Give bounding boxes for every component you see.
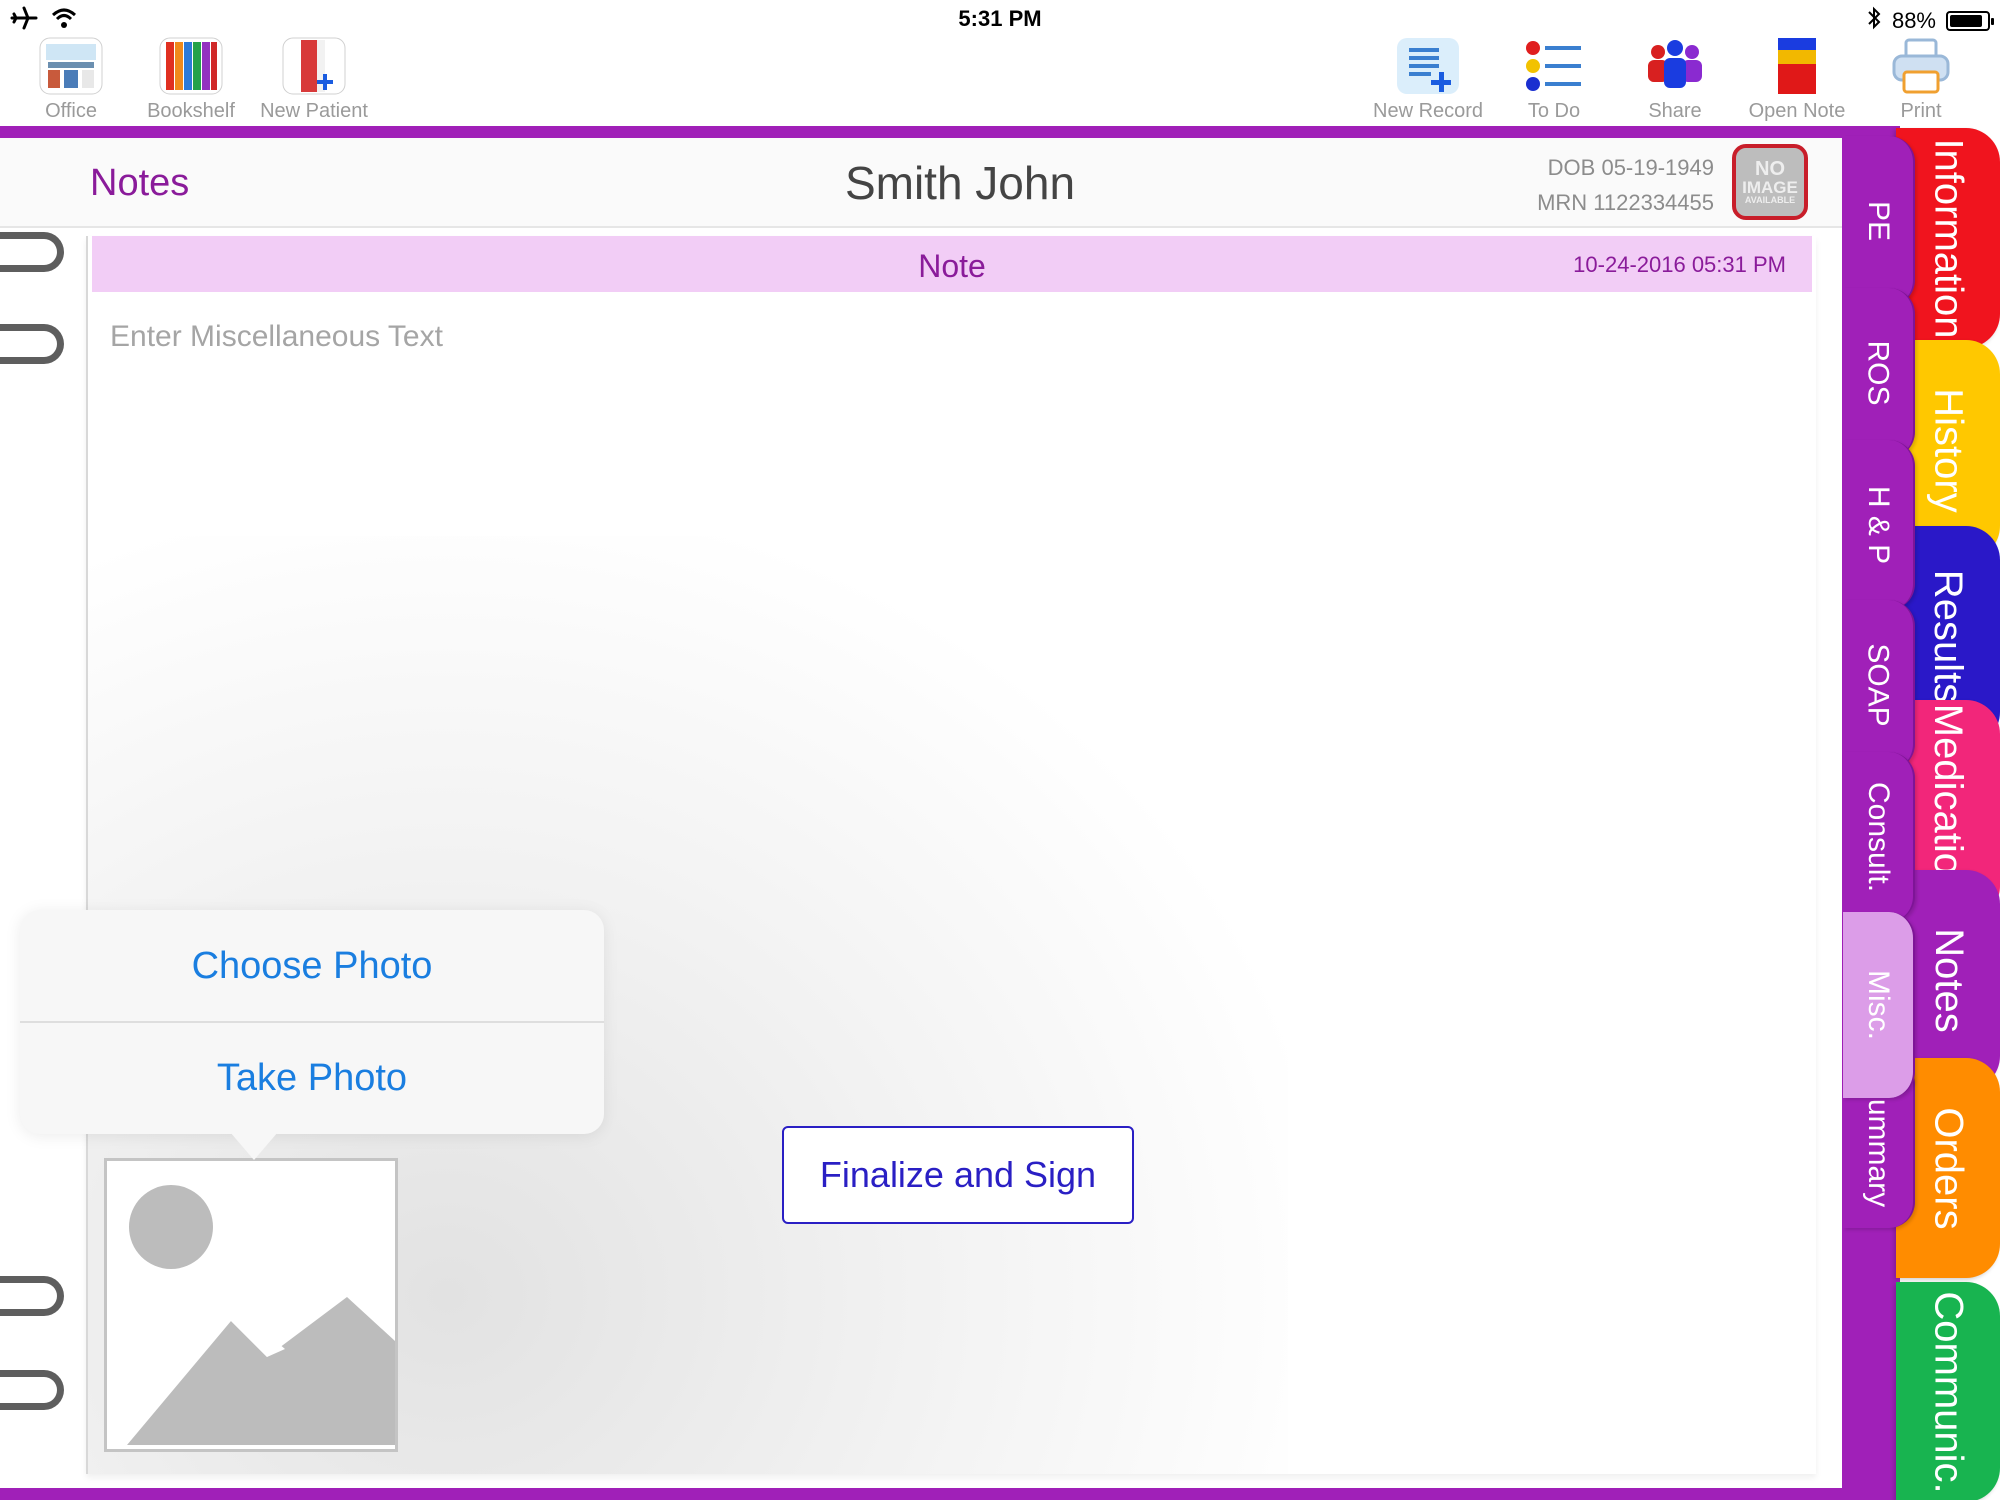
toolbar-new-record-label: New Record	[1373, 100, 1484, 122]
tab-misc[interactable]: Misc.	[1843, 912, 1915, 1098]
toolbar-office-label: Office	[45, 100, 97, 122]
note-sheet: Note 10-24-2016 05:31 PM Enter Miscellan…	[86, 236, 1816, 1474]
status-time: 5:31 PM	[958, 6, 1042, 31]
note-title: Note	[918, 248, 986, 284]
toolbar-todo-label: To Do	[1527, 100, 1581, 122]
binder-ring	[0, 232, 64, 272]
toolbar-share[interactable]: Share	[1620, 34, 1730, 123]
share-people-icon	[1642, 34, 1708, 98]
toolbar-open-note[interactable]: Open Note	[1742, 34, 1852, 123]
new-record-icon	[1395, 34, 1461, 98]
tab-communications-label: Communic.	[1926, 1290, 1971, 1494]
printer-icon	[1888, 34, 1954, 98]
take-photo-button[interactable]: Take Photo	[20, 1022, 604, 1134]
toolbar-bookshelf-label: Bookshelf	[147, 100, 235, 122]
toolbar-new-patient[interactable]: New Patient	[259, 34, 369, 123]
toolbar-todo[interactable]: To Do	[1499, 34, 1609, 123]
toolbar-new-patient-label: New Patient	[260, 100, 368, 122]
tab-ros-label: ROS	[1861, 340, 1895, 406]
tab-pe-label: PE	[1862, 200, 1895, 242]
todo-list-icon	[1521, 34, 1587, 98]
status-right: 88%	[1866, 6, 1994, 36]
patient-dob: DOB 05-19-1949	[1547, 155, 1714, 180]
avatar-text-line2: IMAGE	[1742, 178, 1798, 197]
choose-photo-button[interactable]: Choose Photo	[20, 910, 604, 1022]
finalize-and-sign-button[interactable]: Finalize and Sign	[782, 1126, 1134, 1224]
tab-pe[interactable]: PE	[1843, 136, 1915, 306]
note-header-bar: Note 10-24-2016 05:31 PM	[92, 236, 1812, 292]
image-placeholder-icon	[127, 1185, 395, 1445]
bookshelf-icon	[158, 34, 224, 98]
tab-information-label: Information	[1926, 137, 1971, 339]
binder-ring	[0, 1370, 64, 1410]
tab-ros[interactable]: ROS	[1843, 288, 1915, 458]
binder-ring	[0, 324, 64, 364]
toolbar-office[interactable]: Office	[16, 34, 126, 123]
battery-percent: 88%	[1891, 8, 1936, 33]
patient-meta: DOB 05-19-1949 MRN 1122334455	[1537, 150, 1714, 220]
photo-placeholder[interactable]	[104, 1158, 398, 1452]
tab-notes-label: Notes	[1926, 927, 1971, 1033]
patient-mrn: MRN 1122334455	[1537, 190, 1714, 215]
note-datetime: 10-24-2016 05:31 PM	[1573, 252, 1786, 277]
tab-soap-label: SOAP	[1862, 643, 1895, 727]
popover-arrow	[230, 1132, 278, 1160]
patient-avatar[interactable]: NO IMAGE AVAILABLE	[1732, 144, 1808, 220]
toolbar-print-label: Print	[1900, 100, 1942, 122]
toolbar-print[interactable]: Print	[1866, 34, 1976, 123]
bluetooth-icon	[1866, 6, 1882, 36]
tab-results-label: Results	[1926, 569, 1971, 703]
avatar-text-line1: NO	[1755, 158, 1785, 180]
tab-h-and-p-label: H & P	[1862, 485, 1896, 565]
tab-h-and-p[interactable]: H & P	[1843, 440, 1915, 610]
tab-summary-label: Summary	[1862, 1078, 1896, 1208]
new-patient-icon	[281, 34, 347, 98]
tab-soap[interactable]: SOAP	[1843, 600, 1915, 770]
toolbar-share-label: Share	[1648, 100, 1702, 122]
binder-ring	[0, 1276, 64, 1316]
toolbar-bookshelf[interactable]: Bookshelf	[136, 34, 246, 123]
tab-consult[interactable]: Consult.	[1843, 752, 1915, 922]
toolbar-open-note-label: Open Note	[1748, 100, 1846, 122]
tab-communications[interactable]: Communic.	[1896, 1282, 2000, 1500]
page-title: Notes	[90, 162, 190, 204]
patient-name: Smith John	[844, 157, 1076, 209]
tab-misc-label: Misc.	[1862, 970, 1895, 1040]
page-header: Notes Smith John DOB 05-19-1949 MRN 1122…	[0, 138, 1842, 228]
tab-orders-label: Orders	[1926, 1106, 1971, 1230]
binder-bottom-edge	[0, 1488, 1900, 1500]
tab-consult-label: Consult.	[1862, 781, 1895, 893]
toolbar-new-record[interactable]: New Record	[1373, 34, 1483, 123]
photo-action-popover: Choose Photo Take Photo	[20, 910, 604, 1134]
binder-top-edge	[0, 126, 1900, 138]
tab-history-label: History	[1926, 387, 1971, 513]
open-note-icon	[1764, 34, 1830, 98]
notebook-page: Notes Smith John DOB 05-19-1949 MRN 1122…	[0, 138, 1842, 1488]
battery-fill	[1950, 15, 1982, 27]
misc-text-input[interactable]: Enter Miscellaneous Text	[110, 320, 443, 354]
avatar-text-line3: AVAILABLE	[1744, 195, 1796, 205]
battery-icon	[1946, 11, 1994, 31]
office-icon	[38, 34, 104, 98]
